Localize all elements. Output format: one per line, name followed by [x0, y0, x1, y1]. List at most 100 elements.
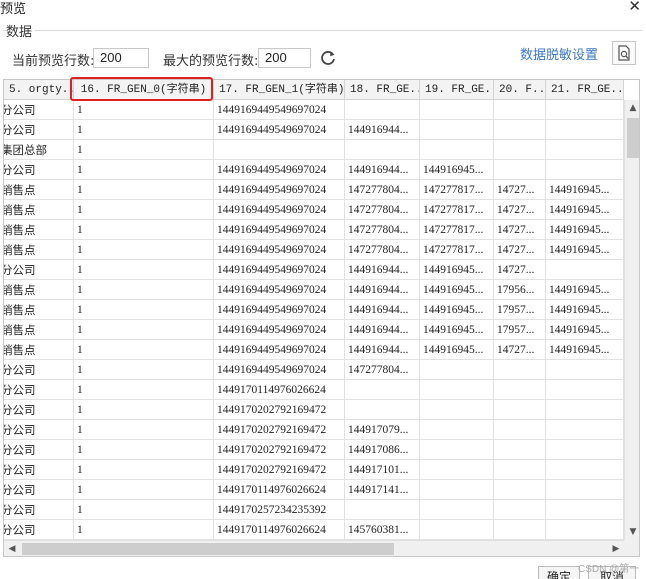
table-cell[interactable]: 144916944... [345, 280, 420, 300]
table-cell[interactable] [345, 400, 420, 420]
table-cell[interactable]: 分公司 [4, 120, 74, 140]
table-cell[interactable]: 1449169449549697024 [214, 260, 345, 280]
table-cell[interactable]: 14727... [494, 180, 546, 200]
table-cell[interactable]: 1449170202792169472 [214, 400, 345, 420]
table-row[interactable]: 分公司 1 1449170114976026624 144917141... [4, 480, 624, 500]
table-cell[interactable] [345, 100, 420, 120]
table-cell[interactable] [546, 160, 624, 180]
table-cell[interactable]: 1 [74, 380, 214, 400]
table-cell[interactable]: 销售点 [4, 320, 74, 340]
table-cell[interactable] [214, 140, 345, 160]
vertical-scroll-thumb[interactable] [627, 118, 639, 158]
table-cell[interactable]: 144916944... [345, 160, 420, 180]
table-cell[interactable] [546, 480, 624, 500]
table-cell[interactable]: 1449169449549697024 [214, 180, 345, 200]
table-cell[interactable]: 144916945... [546, 280, 624, 300]
table-cell[interactable]: 1449170257234235392 [214, 500, 345, 520]
table-cell[interactable] [546, 120, 624, 140]
table-cell[interactable]: 分公司 [4, 420, 74, 440]
table-cell[interactable]: 144916945... [420, 160, 494, 180]
table-cell[interactable]: 分公司 [4, 260, 74, 280]
table-cell[interactable] [494, 480, 546, 500]
table-cell[interactable] [420, 420, 494, 440]
table-cell[interactable]: 144917079... [345, 420, 420, 440]
table-cell[interactable]: 144917141... [345, 480, 420, 500]
table-cell[interactable]: 1 [74, 500, 214, 520]
table-row[interactable]: 销售点 1 1449169449549697024 147277804... 14727… [4, 180, 624, 200]
table-cell[interactable] [420, 440, 494, 460]
table-cell[interactable] [494, 520, 546, 540]
table-cell[interactable]: 1449170202792169472 [214, 460, 345, 480]
table-cell[interactable] [494, 440, 546, 460]
table-cell[interactable]: 1449169449549697024 [214, 200, 345, 220]
table-cell[interactable]: 17957... [494, 300, 546, 320]
table-cell[interactable]: 1 [74, 480, 214, 500]
horizontal-scrollbar[interactable]: ◀ ▶ [4, 540, 624, 556]
table-cell[interactable]: 1 [74, 120, 214, 140]
table-cell[interactable] [546, 260, 624, 280]
table-cell[interactable] [494, 460, 546, 480]
table-row[interactable]: 销售点 1 1449169449549697024 144916944... 14491… [4, 300, 624, 320]
table-cell[interactable] [420, 480, 494, 500]
table-cell[interactable] [546, 380, 624, 400]
table-row[interactable]: 分公司 1 1449170202792169472 144917086... [4, 440, 624, 460]
scroll-up-icon[interactable]: ▲ [625, 100, 639, 116]
table-cell[interactable]: 1449169449549697024 [214, 280, 345, 300]
table-cell[interactable]: 147277817... [420, 200, 494, 220]
table-cell[interactable]: 144916944... [345, 120, 420, 140]
table-cell[interactable] [546, 520, 624, 540]
table-cell[interactable]: 1449169449549697024 [214, 320, 345, 340]
table-cell[interactable]: 1449169449549697024 [214, 100, 345, 120]
table-cell[interactable]: 集团总部 [4, 140, 74, 160]
table-cell[interactable] [494, 360, 546, 380]
table-cell[interactable]: 分公司 [4, 400, 74, 420]
table-cell[interactable] [494, 120, 546, 140]
table-cell[interactable]: 144916944... [345, 260, 420, 280]
table-cell[interactable]: 1449169449549697024 [214, 300, 345, 320]
ok-button[interactable]: 确定 [538, 566, 580, 579]
table-row[interactable]: 销售点 1 1449169449549697024 144916944... 14491… [4, 320, 624, 340]
table-cell[interactable]: 14727... [494, 200, 546, 220]
table-cell[interactable]: 147277804... [345, 220, 420, 240]
table-cell[interactable] [420, 520, 494, 540]
table-cell[interactable] [494, 420, 546, 440]
table-cell[interactable]: 1 [74, 520, 214, 540]
table-cell[interactable]: 分公司 [4, 500, 74, 520]
table-cell[interactable]: 144916945... [420, 280, 494, 300]
table-cell[interactable]: 144916944... [345, 300, 420, 320]
table-cell[interactable] [494, 400, 546, 420]
table-cell[interactable] [546, 460, 624, 480]
table-row[interactable]: 分公司 1 1449170114976026624 [4, 380, 624, 400]
table-row[interactable]: 分公司 1 1449169449549697024 144916944... 14491… [4, 260, 624, 280]
table-cell[interactable]: 1449170202792169472 [214, 440, 345, 460]
table-cell[interactable]: 1 [74, 400, 214, 420]
vertical-scrollbar[interactable]: ▲ ▼ [624, 100, 639, 540]
table-cell[interactable] [546, 360, 624, 380]
table-cell[interactable]: 147277804... [345, 240, 420, 260]
table-cell[interactable] [420, 100, 494, 120]
table-cell[interactable] [420, 460, 494, 480]
table-row[interactable]: 分公司 1 1449169449549697024 [4, 100, 624, 120]
table-cell[interactable]: 1 [74, 320, 214, 340]
table-cell[interactable] [546, 420, 624, 440]
column-header[interactable]: 20. F... [494, 80, 546, 100]
table-cell[interactable]: 1 [74, 140, 214, 160]
table-cell[interactable]: 144916945... [546, 240, 624, 260]
table-cell[interactable]: 17957... [494, 320, 546, 340]
table-cell[interactable]: 1449169449549697024 [214, 220, 345, 240]
table-row[interactable]: 销售点 1 1449169449549697024 147277804... 14727… [4, 220, 624, 240]
table-cell[interactable]: 144916945... [546, 320, 624, 340]
table-cell[interactable]: 1 [74, 300, 214, 320]
table-cell[interactable]: 1 [74, 180, 214, 200]
column-header[interactable]: 5. orgty... [4, 80, 74, 100]
column-header[interactable]: 19. FR_GE... [420, 80, 494, 100]
table-cell[interactable]: 147277804... [345, 200, 420, 220]
table-cell[interactable]: 147277804... [345, 180, 420, 200]
table-cell[interactable]: 14727... [494, 240, 546, 260]
table-cell[interactable] [546, 140, 624, 160]
table-cell[interactable]: 分公司 [4, 520, 74, 540]
table-cell[interactable] [420, 500, 494, 520]
table-row[interactable]: 分公司 1 1449170257234235392 [4, 500, 624, 520]
column-header[interactable]: 17. FR_GEN_1(字符串) [214, 80, 345, 100]
table-cell[interactable]: 144916944... [345, 320, 420, 340]
